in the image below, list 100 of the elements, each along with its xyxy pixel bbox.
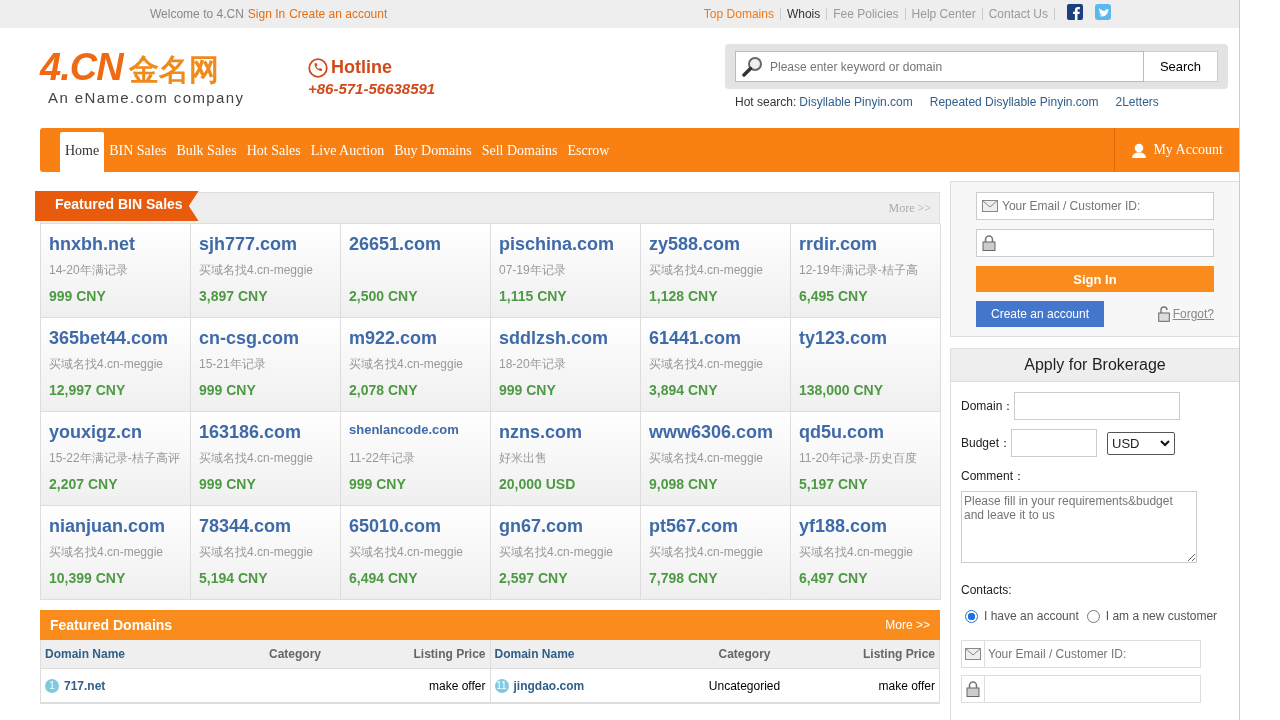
domain-card[interactable]: 61441.com 买域名找4.cn-meggie 3,894 CNY xyxy=(641,318,791,412)
top-link[interactable]: Create an account xyxy=(289,7,388,21)
domain-price: 9,098 CNY xyxy=(649,476,719,492)
domain-card[interactable]: 365bet44.com 买域名找4.cn-meggie 12,997 CNY xyxy=(41,318,191,412)
domain-price: 138,000 CNY xyxy=(799,382,885,398)
domain-card[interactable]: www6306.com 买域名找4.cn-meggie 9,098 CNY xyxy=(641,412,791,506)
domain-price: 20,000 USD xyxy=(499,476,577,492)
table-cell: Uncategoried xyxy=(708,678,781,693)
domain-name[interactable]: gn67.com xyxy=(499,516,632,538)
domain-name[interactable]: 61441.com xyxy=(649,328,782,350)
domain-name[interactable]: ty123.com xyxy=(799,328,932,350)
domain-card[interactable]: 163186.com 买域名找4.cn-meggie 999 CNY xyxy=(191,412,341,506)
search-field[interactable]: Please enter keyword or domain xyxy=(735,51,1144,82)
radio-label[interactable]: I am a new customer xyxy=(1105,609,1218,623)
domain-name[interactable]: rrdir.com xyxy=(799,234,932,256)
currency-select[interactable]: USD xyxy=(1107,431,1176,455)
top-nav-link[interactable]: Whois xyxy=(786,7,821,21)
domain-name[interactable]: 78344.com xyxy=(199,516,332,538)
domain-card[interactable]: nzns.com 好米出售 20,000 USD xyxy=(491,412,641,506)
domain-name[interactable]: zy588.com xyxy=(649,234,782,256)
domain-price: 999 CNY xyxy=(349,476,407,492)
domain-price: 6,495 CNY xyxy=(799,288,869,304)
domain-name[interactable]: 65010.com xyxy=(349,516,482,538)
domain-note: 11-20年记录-历史百度 xyxy=(799,450,918,466)
domain-price: 6,494 CNY xyxy=(349,570,419,586)
password-field[interactable] xyxy=(976,229,1214,257)
domain-card[interactable]: gn67.com 买域名找4.cn-meggie 2,597 CNY xyxy=(491,506,641,600)
domain-name[interactable]: pischina.com xyxy=(499,234,632,256)
domain-name[interactable]: yf188.com xyxy=(799,516,932,538)
domain-name[interactable]: shenlancode.com xyxy=(349,422,482,444)
hot-search-link[interactable]: Repeated Disyllable Pinyin.com xyxy=(929,95,1099,109)
search-button[interactable]: Search xyxy=(1144,51,1218,82)
column-header: Domain Name xyxy=(494,647,576,661)
domain-card[interactable]: m922.com 买域名找4.cn-meggie 2,078 CNY xyxy=(341,318,491,412)
field-label: Domain： xyxy=(961,397,1015,415)
domain-price: 999 CNY xyxy=(199,476,257,492)
domain-card[interactable]: sddlzsh.com 18-20年记录 999 CNY xyxy=(491,318,641,412)
domain-name[interactable]: hnxbh.net xyxy=(49,234,182,256)
domain-name[interactable]: cn-csg.com xyxy=(199,328,332,350)
forgot-link[interactable]: Forgot? xyxy=(1172,307,1214,321)
domain-name[interactable]: sjh777.com xyxy=(199,234,332,256)
email-field[interactable]: Your Email / Customer ID: xyxy=(976,192,1214,220)
domain-name[interactable]: pt567.com xyxy=(649,516,782,538)
radio-button[interactable] xyxy=(1086,609,1100,623)
facebook-icon[interactable] xyxy=(1067,4,1083,20)
comment-field[interactable]: Please fill in your requirements&budget and leave it to us xyxy=(961,491,1197,563)
domain-card[interactable]: pt567.com 买域名找4.cn-meggie 7,798 CNY xyxy=(641,506,791,600)
domain-note: 买域名找4.cn-meggie xyxy=(349,544,465,560)
domain-price: 5,194 CNY xyxy=(199,570,269,586)
radio-button[interactable] xyxy=(965,609,978,623)
hot-search-link[interactable]: 2Letters xyxy=(1115,95,1159,109)
domain-card[interactable]: nianjuan.com 买域名找4.cn-meggie 10,399 CNY xyxy=(41,506,191,600)
section-title: Featured BIN Sales xyxy=(35,191,199,221)
domain-name[interactable]: nzns.com xyxy=(499,422,632,444)
domain-name[interactable]: qd5u.com xyxy=(799,422,932,444)
domain-name[interactable]: nianjuan.com xyxy=(49,516,182,538)
domain-price: 2,597 CNY xyxy=(499,570,569,586)
domain-card[interactable]: 65010.com 买域名找4.cn-meggie 6,494 CNY xyxy=(341,506,491,600)
domain-card[interactable]: qd5u.com 11-20年记录-历史百度 5,197 CNY xyxy=(791,412,941,506)
budget-field[interactable] xyxy=(1011,429,1098,457)
welcome-text: Welcome to 4.CN xyxy=(150,7,244,21)
domain-card[interactable]: 26651.com 2,500 CNY xyxy=(341,224,491,318)
table-cell-text: make offer xyxy=(428,678,486,693)
radio-label[interactable]: I have an account xyxy=(984,609,1079,623)
domain-name[interactable]: 163186.com xyxy=(199,422,332,444)
domain-price: 2,500 CNY xyxy=(349,288,419,304)
email-field[interactable]: Your Email / Customer ID: xyxy=(961,640,1201,668)
domain-name[interactable]: www6306.com xyxy=(649,422,782,444)
domain-card[interactable]: cn-csg.com 15-21年记录 999 CNY xyxy=(191,318,341,412)
domain-note: 15-22年满记录-桔子高评 xyxy=(49,450,181,466)
nav-tab[interactable]: Home xyxy=(60,132,105,172)
create-account-button[interactable]: Create an account xyxy=(976,301,1104,327)
domain-card[interactable]: zy588.com 买域名找4.cn-meggie 1,128 CNY xyxy=(641,224,791,318)
domain-name[interactable]: youxigz.cn xyxy=(49,422,182,444)
logo-mark[interactable]: 4.CN xyxy=(40,48,123,86)
domain-card[interactable]: sjh777.com 买域名找4.cn-meggie 3,897 CNY xyxy=(191,224,341,318)
domain-link[interactable]: 717.net xyxy=(64,678,106,693)
domain-card[interactable]: hnxbh.net 14-20年满记录 999 CNY xyxy=(41,224,191,318)
domain-price: 3,897 CNY xyxy=(199,288,269,304)
hot-search-link[interactable]: Disyllable Pinyin.com xyxy=(799,95,913,109)
top-link[interactable]: Sign In xyxy=(247,7,286,21)
domain-card[interactable]: youxigz.cn 15-22年满记录-桔子高评 2,207 CNY xyxy=(41,412,191,506)
domain-card[interactable]: ty123.com 138,000 CNY xyxy=(791,318,941,412)
domain-name[interactable]: m922.com xyxy=(349,328,482,350)
hotline-label: Hotline xyxy=(331,57,392,78)
chevron-icon xyxy=(1160,439,1171,447)
twitter-icon[interactable] xyxy=(1095,4,1111,20)
domain-card[interactable]: yf188.com 买域名找4.cn-meggie 6,497 CNY xyxy=(791,506,941,600)
domain-name[interactable]: 365bet44.com xyxy=(49,328,182,350)
domain-name[interactable]: sddlzsh.com xyxy=(499,328,632,350)
field-label: Contacts: xyxy=(961,583,1013,597)
column-header: Listing Price xyxy=(861,647,935,661)
domain-card[interactable]: rrdir.com 12-19年满记录-桔子高 6,495 CNY xyxy=(791,224,941,318)
domain-link[interactable]: jingdao.com xyxy=(513,678,585,693)
domain-card[interactable]: 78344.com 买域名找4.cn-meggie 5,194 CNY xyxy=(191,506,341,600)
password-field[interactable] xyxy=(961,675,1201,703)
domain-field[interactable] xyxy=(1014,392,1181,420)
domain-card[interactable]: shenlancode.com 11-22年记录 999 CNY xyxy=(341,412,491,506)
domain-name[interactable]: 26651.com xyxy=(349,234,482,256)
domain-card[interactable]: pischina.com 07-19年记录 1,115 CNY xyxy=(491,224,641,318)
